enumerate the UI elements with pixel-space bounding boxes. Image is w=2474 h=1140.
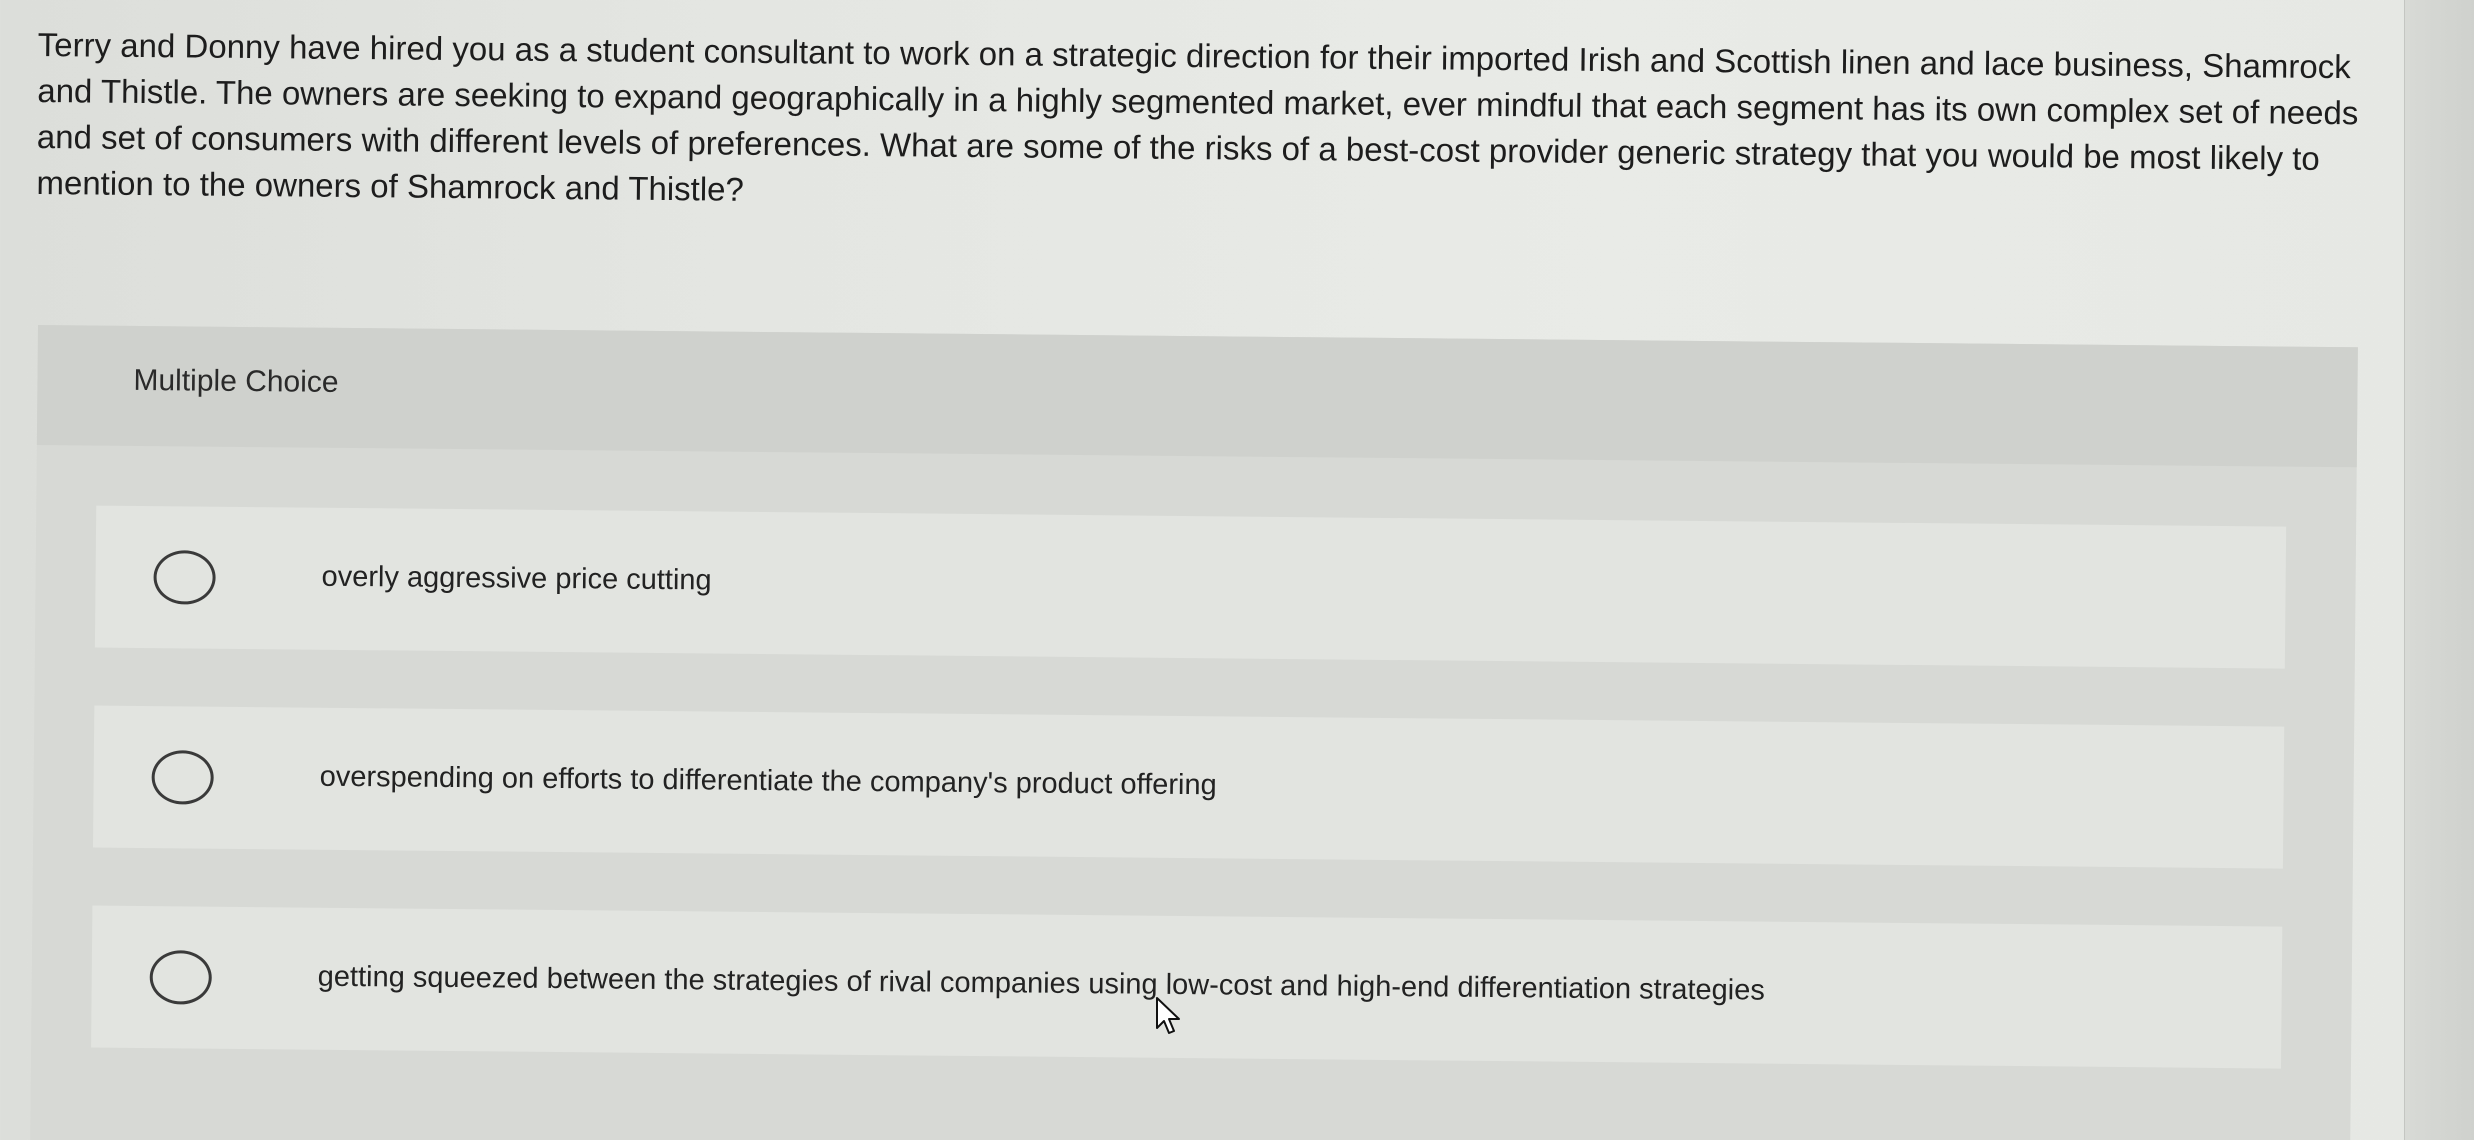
radio-button-icon[interactable] <box>149 950 213 1005</box>
multiple-choice-title: Multiple Choice <box>133 363 339 399</box>
answer-option-label: getting squeezed between the strategies … <box>317 960 1765 1007</box>
question-text: Terry and Donny have hired you as a stud… <box>36 25 2359 208</box>
answer-option-label: overly aggressive price cutting <box>321 560 712 597</box>
radio-button-icon[interactable] <box>151 750 214 805</box>
multiple-choice-card: Multiple Choice overly aggressive price … <box>30 325 2358 1140</box>
scrollbar[interactable] <box>2404 0 2474 1140</box>
answer-option-2[interactable]: overspending on efforts to differentiate… <box>92 705 2285 869</box>
page: Terry and Donny have hired you as a stud… <box>0 0 2474 1140</box>
mouse-pointer-icon <box>1156 997 1180 1034</box>
radio-button-icon[interactable] <box>153 550 216 605</box>
answer-option-3[interactable]: getting squeezed between the strategies … <box>91 905 2283 1069</box>
answer-option-label: overspending on efforts to differentiate… <box>319 760 1217 802</box>
answer-option-1[interactable]: overly aggressive price cutting <box>94 505 2287 669</box>
multiple-choice-header: Multiple Choice <box>36 325 2358 468</box>
